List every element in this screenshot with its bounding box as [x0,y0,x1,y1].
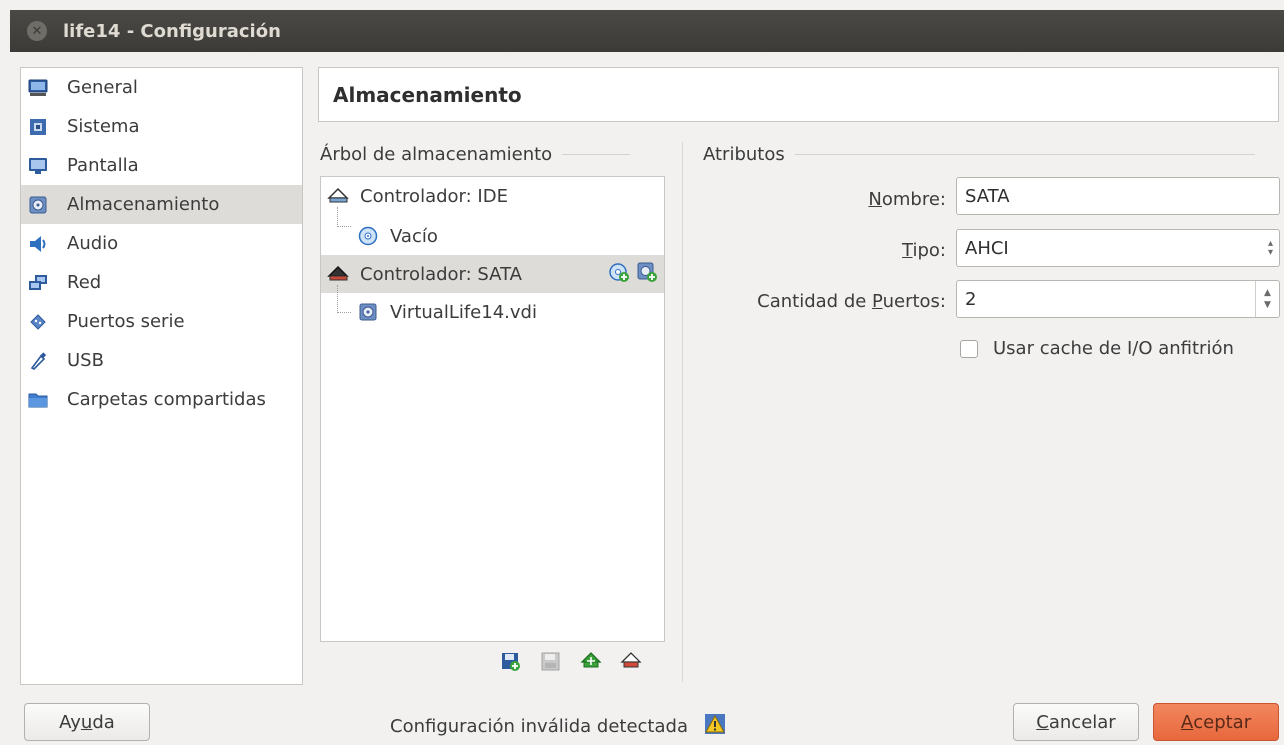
add-optical-drive-icon[interactable] [608,261,630,288]
spin-buttons[interactable]: ▲ ▼ [1255,281,1279,317]
network-icon [27,272,49,294]
status-text: Configuración inválida detectada [390,716,688,737]
ports-spinbox[interactable]: 2 ▲ ▼ [956,280,1280,318]
ok-button[interactable]: Aceptar [1153,703,1279,741]
name-label: Nombre: [710,189,946,210]
sidebar-item-usb[interactable]: USB [21,341,302,380]
type-select-value: AHCI [965,237,1009,259]
sidebar-item-pantalla[interactable]: Pantalla [21,146,302,185]
page-title: Almacenamiento [318,67,1279,122]
tree-node-label: VirtualLife14.vdi [390,301,537,323]
ok-label-mnemonic: A [1180,711,1194,733]
warning-icon[interactable] [704,713,726,740]
name-field-value: SATA [965,185,1010,207]
ports-label-mnemonic: P [872,291,883,312]
sidebar-item-general[interactable]: General [21,68,302,107]
usb-icon [27,350,49,372]
close-icon[interactable]: ✕ [27,21,47,41]
settings-sidebar: General Sistema Pantalla Almacenamiento … [20,67,303,685]
hard-disk-icon [357,301,379,323]
optical-disc-icon [357,225,379,247]
folder-icon [27,389,49,411]
monitor-icon [27,77,49,99]
type-select[interactable]: AHCI ▴ ▾ [956,229,1280,267]
sidebar-item-label: USB [67,350,104,371]
attributes-label: Atributos [703,144,785,165]
title-bar: ✕ life14 - Configuración [10,10,1284,52]
controller-actions [608,261,658,288]
remove-attachment-icon[interactable] [540,651,562,678]
spin-up-icon[interactable]: ▲ [1264,287,1271,299]
host-io-cache-option[interactable]: Usar cache de I/O anfitrión [960,338,1234,359]
tree-node-label: Vacío [390,225,438,247]
help-button[interactable]: Ay u da [24,703,150,741]
sidebar-item-label: Audio [67,233,119,254]
tree-node-sata-controller[interactable]: Controlador: SATA [321,255,664,293]
sidebar-item-carpetas-compartidas[interactable]: Carpetas compartidas [21,380,302,419]
ports-label-rest: uertos: [882,291,946,312]
help-label-mnemonic: u [80,711,93,733]
sidebar-item-label: General [67,77,138,98]
type-label: Tipo: [710,240,946,261]
tree-node-vdi-disk[interactable]: VirtualLife14.vdi [321,293,664,331]
add-hard-disk-icon[interactable] [636,261,658,288]
sidebar-item-label: Red [67,272,102,293]
speaker-icon [27,233,49,255]
name-label-rest: ombre: [881,189,946,210]
ok-label-rest: ceptar [1193,711,1252,733]
hard-disk-icon [27,194,49,216]
name-label-mnemonic: N [868,189,882,210]
settings-window: General Sistema Pantalla Almacenamiento … [10,52,1284,745]
panel-divider [682,142,683,682]
sidebar-item-label: Sistema [67,116,140,137]
window-title: life14 - Configuración [63,20,281,42]
sidebar-item-audio[interactable]: Audio [21,224,302,263]
group-divider [562,154,631,155]
sata-controller-icon [327,263,349,285]
ports-label: Cantidad de Puertos: [710,291,946,312]
spin-down-icon[interactable]: ▼ [1264,299,1271,311]
tree-node-label: Controlador: SATA [360,263,522,285]
sidebar-item-label: Pantalla [67,155,139,176]
help-label-text: Ay [59,711,81,733]
serial-port-icon [27,311,49,333]
storage-tree-title: Árbol de almacenamiento [320,144,631,165]
ide-controller-icon [327,185,349,207]
name-field[interactable]: SATA [956,177,1280,215]
help-label-rest: da [92,711,115,733]
host-io-cache-label: Usar cache de I/O anfitrión [993,338,1234,359]
sidebar-item-sistema[interactable]: Sistema [21,107,302,146]
storage-tree-toolbar [500,651,642,678]
display-icon [27,155,49,177]
add-controller-icon[interactable] [580,651,602,678]
cancel-label-rest: ancelar [1048,711,1116,733]
add-attachment-icon[interactable] [500,651,522,678]
sidebar-item-label: Carpetas compartidas [67,389,266,410]
sidebar-item-almacenamiento[interactable]: Almacenamiento [21,185,302,224]
status-message: Configuración inválida detectada [390,713,726,740]
remove-controller-icon[interactable] [620,651,642,678]
storage-tree[interactable]: Controlador: IDE Vacío Controlador: SATA [320,176,665,642]
type-label-rest: ipo: [912,240,946,261]
ports-spinbox-value: 2 [965,288,977,310]
group-divider [794,154,1255,155]
sidebar-item-red[interactable]: Red [21,263,302,302]
type-label-mnemonic: T [902,240,913,261]
sidebar-item-puertos-serie[interactable]: Puertos serie [21,302,302,341]
ports-label-text: Cantidad de [757,291,873,312]
cancel-button[interactable]: Cancelar [1013,703,1139,741]
tree-node-label: Controlador: IDE [360,185,508,207]
cancel-label-mnemonic: C [1036,711,1049,733]
chevron-updown-icon: ▴ ▾ [1267,238,1273,258]
storage-tree-label: Árbol de almacenamiento [320,144,553,165]
sidebar-item-label: Puertos serie [67,311,185,332]
sidebar-item-label: Almacenamiento [67,194,220,215]
host-io-cache-checkbox[interactable] [960,339,978,358]
attributes-title: Atributos [703,144,1255,165]
tree-node-empty-drive[interactable]: Vacío [321,217,664,255]
chip-icon [27,116,49,138]
tree-node-ide-controller[interactable]: Controlador: IDE [321,177,664,215]
